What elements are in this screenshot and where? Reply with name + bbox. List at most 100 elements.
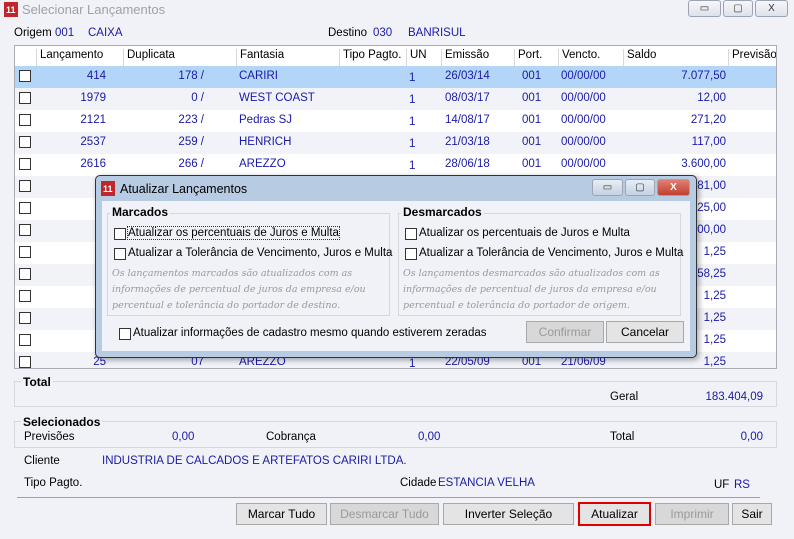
desmarcar-tudo-button[interactable]: Desmarcar Tudo: [330, 503, 439, 525]
column-header[interactable]: Saldo: [623, 49, 656, 66]
cell-saldo: 1,25: [703, 334, 726, 346]
marcados-juros-checkbox[interactable]: [114, 228, 126, 240]
column-header[interactable]: Duplicata: [123, 49, 175, 66]
dialog-maximize-button[interactable]: ▢: [625, 179, 655, 196]
cell-saldo: 81,00: [697, 180, 726, 192]
row-checkbox[interactable]: [19, 334, 31, 346]
cell-un: 1: [409, 94, 416, 106]
row-checkbox[interactable]: [19, 114, 31, 126]
dialog-title: Atualizar Lançamentos: [120, 182, 248, 196]
table-row[interactable]: 2537 259 / HENRICH 1 21/03/18 001 00/00/00 117,…: [15, 132, 776, 154]
previsoes-value: 0,00: [172, 431, 195, 443]
column-header[interactable]: Previsão: [728, 49, 776, 66]
table-row[interactable]: 2616 266 / AREZZO 1 28/06/18 001 00/00/00 3.600…: [15, 154, 776, 176]
cancelar-button[interactable]: Cancelar: [606, 321, 684, 343]
cell-lanc: 2616: [80, 158, 106, 170]
cell-saldo: 1,25: [703, 246, 726, 258]
cell-fant: HENRICH: [239, 136, 292, 148]
row-checkbox[interactable]: [19, 158, 31, 170]
cadastro-checkbox[interactable]: [119, 328, 131, 340]
row-checkbox[interactable]: [19, 224, 31, 236]
desmarcados-note: Os lançamentos desmarcados são atualizad…: [403, 268, 660, 311]
marcar-tudo-button[interactable]: Marcar Tudo: [236, 503, 327, 525]
cell-port: 001: [522, 92, 542, 104]
cell-un: 1: [409, 138, 416, 150]
cell-saldo: 1,25: [703, 290, 726, 302]
desmarcados-tolerancia-checkbox[interactable]: [405, 248, 417, 260]
cell-emis: 26/03/14: [445, 70, 490, 82]
marcados-tolerancia-label[interactable]: Atualizar a Tolerância de Vencimento, Ju…: [128, 247, 392, 259]
cell-lanc: 2537: [80, 136, 106, 148]
total-label: Total: [21, 375, 53, 389]
geral-value: 183.404,09: [705, 391, 763, 403]
sair-button[interactable]: Sair: [732, 503, 772, 525]
cell-port: 001: [522, 114, 542, 126]
column-header[interactable]: Tipo Pagto.: [339, 49, 401, 66]
title-bar: Selecionar Lançamentos ▭ ▢ X: [0, 0, 794, 19]
cell-un: 1: [409, 160, 416, 172]
cell-fant: Pedras SJ: [239, 114, 293, 126]
imprimir-button[interactable]: Imprimir: [655, 503, 729, 525]
table-row[interactable]: 1979 0 / WEST COAST 1 08/03/17 001 00/00/00 12,…: [15, 88, 776, 110]
cell-saldo: 12,00: [697, 92, 726, 104]
row-checkbox[interactable]: [19, 356, 31, 368]
cell-saldo: 25,00: [697, 202, 726, 214]
dialog-minimize-button[interactable]: ▭: [592, 179, 623, 196]
desmarcados-juros-checkbox[interactable]: [405, 228, 417, 240]
cell-emis: 28/06/18: [445, 158, 490, 170]
grid-header: Lançamento Duplicata Fantasia Tipo Pagto. UN…: [15, 46, 776, 66]
row-checkbox[interactable]: [19, 136, 31, 148]
marcados-juros-label[interactable]: Atualizar os percentuais de Juros e Mult…: [127, 226, 340, 240]
selecionados-label: Selecionados: [21, 415, 103, 429]
cell-saldo: 271,20: [690, 114, 726, 126]
column-header[interactable]: Emissão: [441, 49, 489, 66]
column-header[interactable]: UN: [406, 49, 427, 66]
atualizar-button[interactable]: Atualizar: [578, 502, 651, 526]
maximize-button[interactable]: ▢: [723, 0, 753, 17]
row-checkbox[interactable]: [19, 246, 31, 258]
column-header[interactable]: Vencto.: [558, 49, 600, 66]
table-row[interactable]: 2121 223 / Pedras SJ 1 14/08/17 001 00/00/00 27…: [15, 110, 776, 132]
column-header[interactable]: Fantasia: [236, 49, 284, 66]
cell-emis: 14/08/17: [445, 114, 490, 126]
cell-saldo: 58,25: [697, 268, 726, 280]
cell-un: 1: [409, 116, 416, 128]
row-checkbox[interactable]: [19, 290, 31, 302]
marcados-tolerancia-checkbox[interactable]: [114, 248, 126, 260]
cell-un: 1: [409, 358, 416, 369]
destino-label: Destino: [328, 27, 367, 39]
cobranca-value: 0,00: [418, 431, 441, 443]
cell-saldo: 3.600,00: [681, 158, 726, 170]
cell-saldo: 1,25: [703, 312, 726, 324]
cell-saldo: 117,00: [691, 136, 726, 148]
desmarcados-tolerancia-label[interactable]: Atualizar a Tolerância de Vencimento, Ju…: [419, 247, 683, 259]
row-checkbox[interactable]: [19, 92, 31, 104]
cell-venc: 00/00/00: [561, 92, 606, 104]
dialog-close-button[interactable]: X: [657, 179, 690, 196]
table-row[interactable]: 414 178 / CARIRI 1 26/03/14 001 00/00/00 7.077,…: [15, 66, 776, 88]
cell-fant: CARIRI: [239, 70, 278, 82]
inverter-selecao-button[interactable]: Inverter Seleção: [443, 503, 574, 525]
cidade-label: Cidade: [400, 477, 437, 489]
column-header[interactable]: Port.: [514, 49, 542, 66]
confirmar-button[interactable]: Confirmar: [526, 321, 604, 343]
dialog-logo-icon: [101, 181, 115, 196]
row-checkbox[interactable]: [19, 70, 31, 82]
row-checkbox[interactable]: [19, 312, 31, 324]
window-title: Selecionar Lançamentos: [22, 2, 166, 17]
tipo-pagto-label: Tipo Pagto.: [24, 477, 83, 489]
column-header[interactable]: Lançamento: [36, 49, 103, 66]
cell-saldo: 1,25: [703, 356, 726, 368]
row-checkbox[interactable]: [19, 202, 31, 214]
desmarcados-juros-label[interactable]: Atualizar os percentuais de Juros e Mult…: [419, 227, 630, 239]
minimize-button[interactable]: ▭: [688, 0, 721, 17]
cell-fant: AREZZO: [239, 158, 286, 170]
row-checkbox[interactable]: [19, 180, 31, 192]
cell-port: 001: [522, 158, 542, 170]
cliente-value: INDUSTRIA DE CALCADOS E ARTEFATOS CARIRI…: [102, 455, 407, 467]
cell-venc: 00/00/00: [561, 136, 606, 148]
cadastro-label[interactable]: Atualizar informações de cadastro mesmo …: [133, 327, 486, 339]
close-button[interactable]: X: [755, 0, 788, 17]
uf-value: RS: [734, 479, 750, 491]
row-checkbox[interactable]: [19, 268, 31, 280]
